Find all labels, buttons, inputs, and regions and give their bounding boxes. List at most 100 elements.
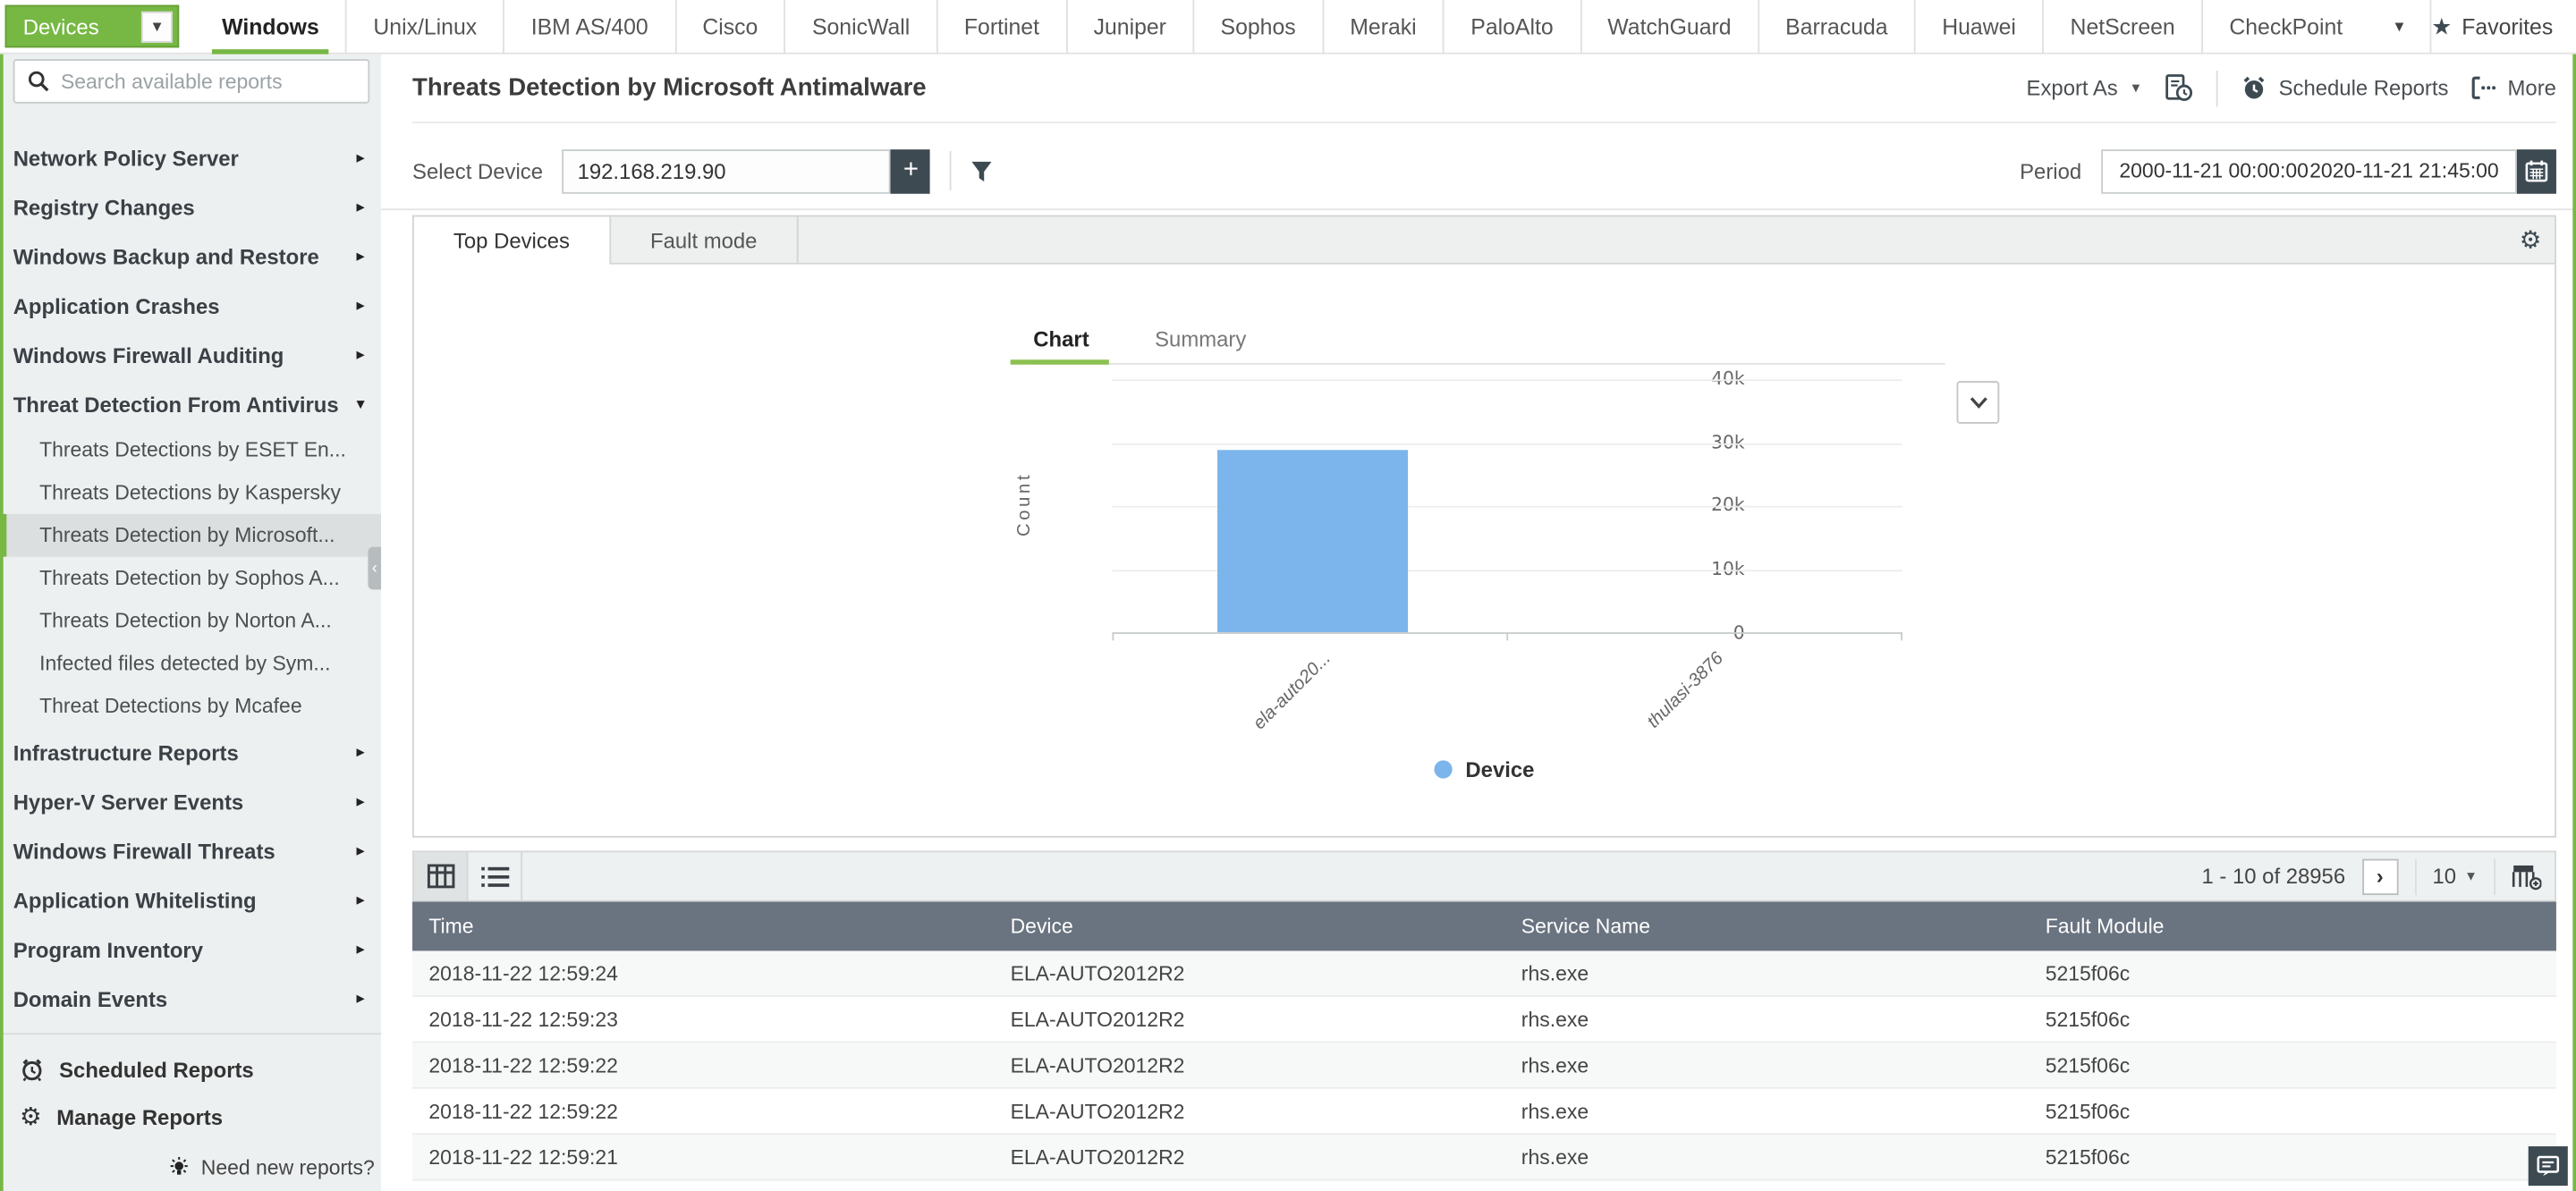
divider	[381, 208, 2576, 210]
nav-tab[interactable]: Huawei	[1916, 0, 2044, 54]
manage-reports-link[interactable]: ⚙ Manage Reports	[13, 1092, 381, 1141]
sidebar-item[interactable]: Threats Detections by Kaspersky	[0, 471, 381, 514]
more-button[interactable]: More	[2471, 75, 2556, 100]
page-size-select[interactable]: 10 ▼	[2432, 864, 2477, 889]
x-axis-tick	[1112, 632, 1114, 640]
devices-caret-box[interactable]: ▼	[141, 11, 173, 42]
nav-tab[interactable]: PaloAlto	[1445, 0, 1581, 54]
period-section: Period 2000-11-21 00:00:00 2020-11-21 21…	[2020, 148, 2556, 193]
scheduled-reports-link[interactable]: Scheduled Reports	[13, 1048, 381, 1093]
feedback-button[interactable]	[2529, 1146, 2568, 1186]
cell-time: 2018-11-22 12:59:22	[412, 1100, 994, 1123]
sidebar-item[interactable]: Domain Events	[0, 976, 381, 1023]
nav-tab[interactable]: Juniper	[1067, 0, 1194, 54]
sidebar-item[interactable]: Threats Detection by Microsoft...	[0, 514, 381, 557]
table-row[interactable]: 2018-11-22 12:59:24 ELA-AUTO2012R2 rhs.e…	[412, 950, 2556, 996]
nav-tab[interactable]: NetScreen	[2044, 0, 2203, 54]
sidebar-item[interactable]: Windows Backup and Restore	[0, 233, 381, 281]
widget-settings-button[interactable]: ⚙	[2520, 216, 2555, 262]
expand-arrow-icon	[357, 149, 365, 167]
search-input[interactable]	[61, 70, 355, 93]
report-category-list: Network Policy Server Registry Changes W…	[0, 133, 381, 1040]
favorites-label: Favorites	[2462, 14, 2553, 39]
sidebar-item[interactable]: Threats Detection by Norton A...	[0, 599, 381, 642]
legend-series-label[interactable]: Device	[1465, 757, 1534, 782]
sidebar-item[interactable]: Application Crashes	[0, 283, 381, 330]
sidebar-item[interactable]: Windows Firewall Threats	[0, 828, 381, 875]
nav-tab-label: CheckPoint	[2229, 14, 2343, 39]
table-row[interactable]: 2018-11-22 12:59:22 ELA-AUTO2012R2 rhs.e…	[412, 1089, 2556, 1135]
column-header-fault-module[interactable]: Fault Module	[2029, 915, 2556, 938]
nav-tab[interactable]: Cisco	[676, 0, 786, 54]
sidebar-item[interactable]: Threat Detection From Antivirus	[0, 381, 381, 428]
nav-tab[interactable]: Sophos	[1194, 0, 1324, 54]
sidebar-item[interactable]: Network Policy Server	[0, 135, 381, 182]
calendar-button[interactable]	[2517, 148, 2556, 193]
export-history-icon[interactable]	[2165, 74, 2193, 102]
next-page-button[interactable]: ›	[2362, 858, 2398, 894]
cell-time: 2018-11-22 12:59:21	[412, 1145, 994, 1169]
favorites-button[interactable]: ★ Favorites	[2431, 13, 2553, 40]
app-window: Devices ▼ Windows Unix/Linux IBM AS/400 …	[0, 0, 2576, 1191]
nav-tab[interactable]: WatchGuard	[1581, 0, 1759, 54]
column-settings-button[interactable]	[2512, 863, 2541, 889]
sidebar-item[interactable]: Windows Firewall Auditing	[0, 332, 381, 379]
schedule-reports-button[interactable]: Schedule Reports	[2241, 75, 2448, 101]
nav-tab-label: PaloAlto	[1470, 14, 1553, 39]
top-navigation-bar: Devices ▼ Windows Unix/Linux IBM AS/400 …	[0, 0, 2576, 55]
filter-row: Select Device + Period 2000-11-21 00:00:…	[412, 146, 2556, 195]
export-as-button[interactable]: Export As ▼	[2027, 75, 2143, 100]
funnel-icon	[971, 160, 993, 182]
sidebar-item[interactable]: Hyper-V Server Events	[0, 779, 381, 826]
cell-fault-module: 5215f06c	[2029, 1053, 2556, 1077]
tab-fault-mode[interactable]: Fault mode	[611, 216, 798, 262]
nav-overflow-button[interactable]: ▼	[2369, 0, 2432, 54]
need-new-reports-link[interactable]: Need new reports?	[168, 1156, 375, 1179]
sidebar-item-label: Infrastructure Reports	[13, 740, 239, 765]
sidebar-item-label: Windows Firewall Threats	[13, 840, 275, 865]
tab-summary[interactable]: Summary	[1155, 327, 1246, 365]
nav-tab[interactable]: Meraki	[1324, 0, 1445, 54]
period-range-field[interactable]: 2000-11-21 00:00:00 2020-11-21 21:45:00	[2101, 148, 2517, 193]
table-row[interactable]: 2018-11-22 12:59:23 ELA-AUTO2012R2 rhs.e…	[412, 997, 2556, 1043]
table-row[interactable]: 2018-11-22 12:59:22 ELA-AUTO2012R2 rhs.e…	[412, 1043, 2556, 1088]
grid-view-button[interactable]	[414, 852, 469, 900]
nav-tab[interactable]: Unix/Linux	[347, 0, 504, 54]
tab-top-devices[interactable]: Top Devices	[412, 215, 611, 266]
column-header-device[interactable]: Device	[994, 915, 1504, 938]
filter-button[interactable]	[951, 151, 994, 190]
nav-tab[interactable]: SonicWall	[786, 0, 938, 54]
nav-tab[interactable]: Fortinet	[938, 0, 1068, 54]
nav-tab[interactable]: Windows	[196, 0, 347, 54]
page-title: Threats Detection by Microsoft Antimalwa…	[412, 74, 927, 102]
cell-time: 2018-11-22 12:59:24	[412, 961, 994, 984]
gear-icon: ⚙	[2520, 225, 2542, 255]
nav-tab[interactable]: Barracuda	[1759, 0, 1916, 54]
report-search-box[interactable]	[13, 59, 370, 104]
add-device-button[interactable]: +	[891, 148, 930, 193]
chart-bar[interactable]	[1217, 450, 1408, 632]
nav-tab[interactable]: CheckPoint	[2203, 0, 2369, 54]
column-header-service-name[interactable]: Service Name	[1504, 915, 2029, 938]
x-axis-tick	[1506, 632, 1508, 640]
sidebar-item[interactable]: Infrastructure Reports	[0, 730, 381, 777]
sidebar-item[interactable]: Infected files detected by Sym...	[0, 642, 381, 685]
sidebar-collapse-handle[interactable]: ‹	[368, 547, 381, 590]
sidebar-item[interactable]: Program Inventory	[0, 926, 381, 974]
sidebar-item[interactable]: Threats Detections by ESET En...	[0, 428, 381, 471]
sidebar-item[interactable]: Threats Detection by Sophos A...	[0, 557, 381, 600]
gridline	[1112, 379, 1902, 381]
list-view-button[interactable]	[468, 852, 522, 900]
sidebar-item[interactable]: Threat Detections by Mcafee	[0, 685, 381, 728]
nav-tab[interactable]: IBM AS/400	[504, 0, 676, 54]
expand-arrow-icon	[357, 793, 365, 811]
nav-tab-label: NetScreen	[2071, 14, 2175, 39]
devices-dropdown-button[interactable]: Devices ▼	[5, 5, 180, 48]
sidebar-item[interactable]: Registry Changes	[0, 184, 381, 232]
column-header-time[interactable]: Time	[412, 915, 994, 938]
device-input[interactable]	[563, 148, 891, 193]
sidebar-item-label: Infected files detected by Sym...	[39, 652, 330, 675]
expand-arrow-icon	[357, 744, 365, 762]
table-row[interactable]: 2018-11-22 12:59:21 ELA-AUTO2012R2 rhs.e…	[412, 1135, 2556, 1180]
sidebar-item[interactable]: Application Whitelisting	[0, 877, 381, 925]
